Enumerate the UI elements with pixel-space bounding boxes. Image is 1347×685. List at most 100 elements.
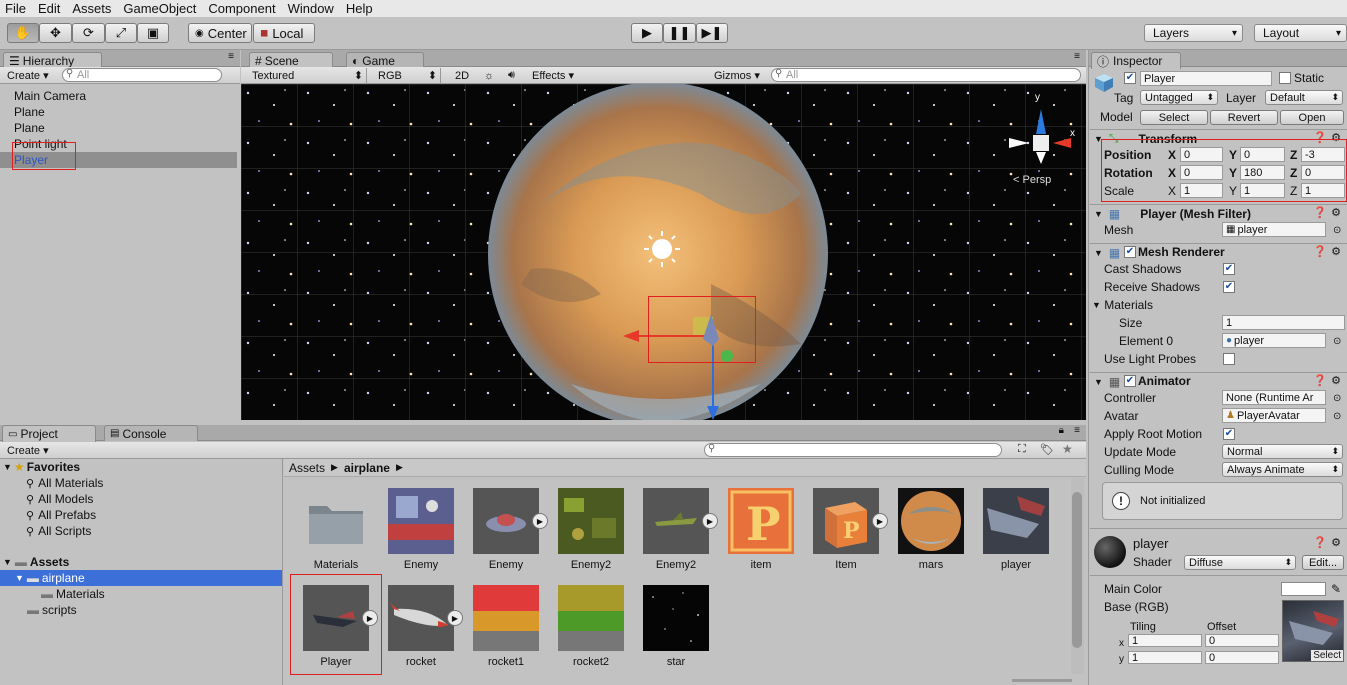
scene-search-input[interactable]: All [771,68,1081,82]
space-local-button[interactable]: ◼ Local [253,23,315,43]
hierarchy-item-main-camera[interactable]: Main Camera [14,88,86,104]
object-picker-icon[interactable]: ⊙ [1333,222,1341,238]
tiling-x-field[interactable]: 1 [1128,634,1202,647]
gear-icon[interactable]: ⚙ [1330,207,1342,219]
pivot-center-button[interactable]: ◉ Center [188,23,252,43]
object-name-field[interactable]: Player [1140,71,1272,86]
hierarchy-create-dropdown[interactable]: Create ▾ [4,68,49,83]
model-select-button[interactable]: Select [1140,110,1208,125]
menu-edit[interactable]: Edit [33,1,67,16]
2d-toggle[interactable]: 2D [452,68,469,83]
asset-item-model[interactable]: P ▶ Item [806,488,888,572]
position-x-field[interactable]: 0 [1180,147,1223,162]
asset-rocket-model[interactable]: ▶ rocket [381,585,463,669]
panel-menu-icon[interactable]: ≡ [228,51,234,62]
materials-size-field[interactable]: 1 [1222,315,1345,330]
main-color-swatch[interactable] [1281,582,1326,596]
scale-x-field[interactable]: 1 [1180,183,1223,198]
element0-field[interactable]: ● player [1222,333,1326,348]
hand-tool-button[interactable]: ✋ [7,23,39,43]
asset-star-texture[interactable]: star [636,585,716,669]
rotate-tool-button[interactable]: ⟳ [72,23,105,43]
tab-game[interactable]: ◐ Game [346,52,424,68]
project-panel-menu-icon[interactable]: ≡ [1074,425,1080,436]
hierarchy-item-plane[interactable]: Plane [14,104,45,120]
rotation-y-field[interactable]: 180 [1240,165,1285,180]
asset-enemy-texture[interactable]: Enemy [381,488,461,572]
assets-node[interactable]: ▼ ▬ Assets [3,554,69,570]
fav-all-prefabs[interactable]: ⚲ All Prefabs [26,507,96,523]
play-icon[interactable]: ▶ [532,513,548,529]
play-icon[interactable]: ▶ [702,513,718,529]
model-open-button[interactable]: Open [1280,110,1344,125]
menu-assets[interactable]: Assets [67,1,118,16]
offset-y-field[interactable]: 0 [1205,651,1279,664]
scene-panel-menu-icon[interactable]: ≡ [1074,51,1080,62]
breadcrumb-root[interactable]: Assets [289,461,325,475]
help-icon[interactable]: ❓ [1313,246,1327,258]
fav-all-materials[interactable]: ⚲ All Materials [26,475,103,491]
play-button[interactable]: ▶ [631,23,663,43]
receive-shadows-checkbox[interactable]: ✔ [1223,281,1235,293]
culling-mode-dropdown[interactable]: Always Animate [1222,462,1343,477]
active-checkbox[interactable]: ✔ [1124,72,1136,84]
animator-enabled-checkbox[interactable]: ✔ [1124,375,1136,387]
tab-project[interactable]: ▭ Project [2,425,96,442]
asset-enemy2-model[interactable]: ▶ Enemy2 [636,488,718,572]
play-icon[interactable]: ▶ [872,513,888,529]
help-icon[interactable]: ❓ [1313,537,1327,549]
update-mode-dropdown[interactable]: Normal [1222,444,1343,459]
layout-dropdown[interactable]: Layout [1254,24,1347,42]
lock-icon[interactable]: 🔒︎ [1059,425,1064,436]
menu-help[interactable]: Help [341,1,380,16]
filter-label-icon[interactable]: 🏷︎ [1040,443,1054,456]
texture-thumbnail[interactable]: Select [1282,600,1344,662]
offset-x-field[interactable]: 0 [1205,634,1279,647]
materials-folder-node[interactable]: ▬ Materials [41,586,105,602]
model-revert-button[interactable]: Revert [1210,110,1278,125]
materials-foldout[interactable]: ▼ Materials [1092,297,1153,313]
scripts-folder-node[interactable]: ▬ scripts [27,602,77,618]
position-z-field[interactable]: -3 [1301,147,1345,162]
favorite-star-icon[interactable]: ★ [1062,442,1073,456]
eyedropper-icon[interactable]: ✎ [1331,581,1341,597]
breadcrumb-current[interactable]: airplane [344,461,390,475]
asset-player-texture[interactable]: player [976,488,1056,572]
menu-component[interactable]: Component [203,1,282,16]
menu-file[interactable]: File [0,1,33,16]
mesh-field[interactable]: ▦ player [1222,222,1326,237]
scrollbar-thumb[interactable] [1072,492,1082,648]
step-button[interactable]: ▶❚ [696,23,728,43]
persp-label[interactable]: < Persp [1013,174,1051,186]
avatar-field[interactable]: ♟ PlayerAvatar [1222,408,1326,423]
cast-shadows-checkbox[interactable]: ✔ [1223,263,1235,275]
scale-tool-button[interactable]: ⤢ [105,23,137,43]
shader-dropdown[interactable]: Diffuse [1184,555,1296,570]
tab-console[interactable]: ▤ Console [104,425,198,441]
controller-field[interactable]: None (Runtime Ar [1222,390,1326,405]
object-picker-icon[interactable]: ⊙ [1333,390,1341,406]
asset-enemy2-texture[interactable]: Enemy2 [551,488,631,572]
scale-z-field[interactable]: 1 [1301,183,1345,198]
scale-y-field[interactable]: 1 [1240,183,1285,198]
asset-enemy-model[interactable]: ▶ Enemy [466,488,548,572]
fav-all-models[interactable]: ⚲ All Models [26,491,93,507]
favorites-node[interactable]: ▼ ★ Favorites [3,459,80,475]
asset-rocket1-texture[interactable]: rocket1 [466,585,546,669]
filter-type-icon[interactable]: ⛶ [1018,443,1026,456]
tag-dropdown[interactable]: Untagged [1140,90,1218,105]
menu-gameobject[interactable]: GameObject [118,1,203,16]
rotation-z-field[interactable]: 0 [1301,165,1345,180]
mesh-filter-header[interactable]: ▼ ▦ Player (Mesh Filter) [1090,204,1347,222]
scene-viewport[interactable]: y x < Persp [241,84,1086,420]
texture-select-button[interactable]: Select [1311,650,1343,661]
mesh-renderer-enabled-checkbox[interactable]: ✔ [1124,246,1136,258]
help-icon[interactable]: ❓ [1313,207,1327,219]
project-scrollbar[interactable] [1071,478,1084,674]
gear-icon[interactable]: ⚙ [1330,537,1342,549]
asset-item-texture[interactable]: P item [721,488,801,572]
tab-inspector[interactable]: ⓘ Inspector [1091,52,1181,69]
render-mode-dropdown[interactable]: Textured ⬍ [249,68,367,83]
audio-toggle[interactable]: 🔊︎ [505,68,515,83]
layers-dropdown[interactable]: Layers [1144,24,1243,42]
